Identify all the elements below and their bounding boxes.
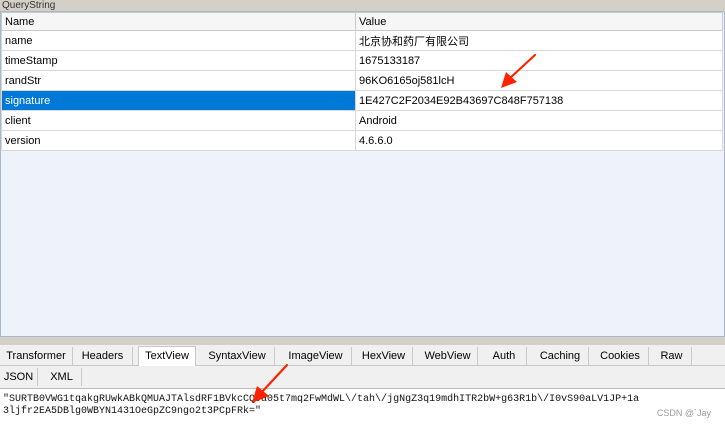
querystring-grid: Name Value name 北京协和药厂有限公司 timeStamp 167… <box>0 11 725 337</box>
tab-raw[interactable]: Raw <box>652 347 692 365</box>
inspector-tabs-row: Transformer Headers TextView SyntaxView … <box>0 345 725 366</box>
tab-auth[interactable]: Auth <box>482 347 527 365</box>
panel-splitter[interactable] <box>0 337 725 345</box>
tab-transformer[interactable]: Transformer <box>0 347 73 365</box>
tab-json[interactable]: JSON <box>0 368 38 386</box>
param-value-cell[interactable]: 1675133187 <box>355 50 723 71</box>
param-value-cell[interactable]: 1E427C2F2034E92B43697C848F757138 <box>355 90 723 111</box>
column-header-value[interactable]: Value <box>355 12 723 31</box>
table-row[interactable]: randStr 96KO6165oj581lcH <box>1 70 723 91</box>
param-name-cell[interactable]: timeStamp <box>1 50 356 71</box>
watermark: CSDN @`Jay <box>656 408 711 418</box>
column-header-name[interactable]: Name <box>1 12 356 31</box>
tab-imageview[interactable]: ImageView <box>280 347 352 365</box>
tab-xml[interactable]: XML <box>42 368 82 386</box>
tab-cookies[interactable]: Cookies <box>592 347 649 365</box>
param-name-cell[interactable]: version <box>1 130 356 151</box>
tab-headers[interactable]: Headers <box>73 347 133 365</box>
textview-content-area[interactable]: "SURTB0VWG1tqakgRUwkABkQMUAJTAlsdRF1BVkc… <box>0 388 725 428</box>
param-value-cell[interactable]: Android <box>355 110 723 131</box>
tab-textview[interactable]: TextView <box>138 346 196 366</box>
param-name-cell[interactable]: randStr <box>1 70 356 91</box>
inspector-tabs-row-2: JSON XML <box>0 366 725 387</box>
param-value-cell[interactable]: 4.6.6.0 <box>355 130 723 151</box>
table-header-row: Name Value <box>1 12 723 31</box>
tab-hexview[interactable]: HexView <box>355 347 413 365</box>
response-text[interactable]: "SURTB0VWG1tqakgRUwkABkQMUAJTAlsdRF1BVkc… <box>3 394 643 418</box>
param-name-cell[interactable]: client <box>1 110 356 131</box>
querystring-table: Name Value name 北京协和药厂有限公司 timeStamp 167… <box>1 12 723 151</box>
table-row[interactable]: timeStamp 1675133187 <box>1 50 723 71</box>
tab-syntaxview[interactable]: SyntaxView <box>200 347 275 365</box>
tab-caching[interactable]: Caching <box>532 347 589 365</box>
querystring-panel-title: QueryString <box>0 0 725 11</box>
param-name-cell[interactable]: signature <box>1 90 356 111</box>
tab-webview[interactable]: WebView <box>418 347 478 365</box>
param-value-cell[interactable]: 96KO6165oj581lcH <box>355 70 723 91</box>
param-name-cell[interactable]: name <box>1 30 356 51</box>
table-row[interactable]: client Android <box>1 110 723 131</box>
param-value-cell[interactable]: 北京协和药厂有限公司 <box>355 30 723 51</box>
table-row[interactable]: name 北京协和药厂有限公司 <box>1 30 723 51</box>
table-row[interactable]: version 4.6.6.0 <box>1 130 723 151</box>
table-row-selected[interactable]: signature 1E427C2F2034E92B43697C848F7571… <box>1 90 723 111</box>
